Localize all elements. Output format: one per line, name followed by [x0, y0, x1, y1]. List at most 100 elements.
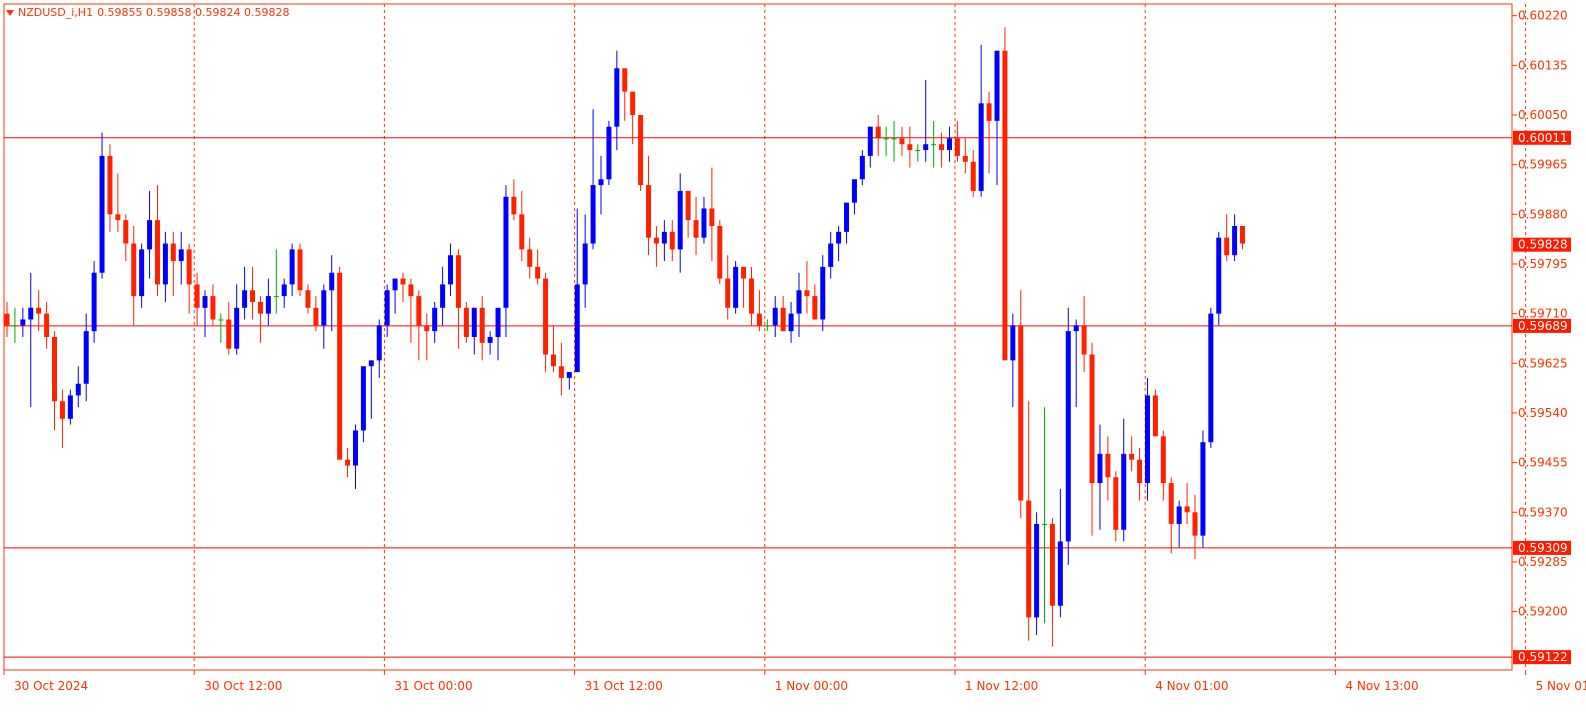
candle-body — [558, 366, 564, 378]
candle-body — [741, 266, 747, 279]
candle-body — [226, 319, 232, 349]
candle-body — [83, 331, 89, 384]
candle-body — [836, 231, 842, 244]
candle-body — [432, 307, 438, 332]
candle-body — [677, 190, 683, 250]
candle-body — [709, 208, 715, 226]
candle-body — [550, 354, 556, 367]
candle-body — [1073, 325, 1079, 332]
time-tick-label: 5 Nov 01:00 — [1536, 679, 1586, 693]
candle-body — [210, 296, 216, 320]
candle-body — [1057, 541, 1063, 606]
candle-body — [630, 91, 636, 115]
candle-body — [424, 325, 430, 332]
candle-body — [345, 459, 351, 466]
price-tick-label: 0.60135 — [1518, 58, 1568, 72]
candlestick-chart[interactable]: 30 Oct 2024 30 Oct 12:00 31 Oct 00:00 31 Oc… — [0, 0, 1586, 708]
candle-body — [527, 249, 533, 267]
candle-body — [638, 115, 644, 186]
candle-body — [107, 155, 113, 215]
candle-body — [408, 284, 414, 297]
price-tick-label: 0.59200 — [1518, 605, 1568, 619]
candle-body — [748, 278, 754, 314]
candle-body — [1176, 506, 1182, 524]
price-tick-label: 0.59795 — [1518, 257, 1568, 271]
price-tick-label: 0.59965 — [1518, 158, 1568, 172]
candle-body — [392, 278, 398, 291]
candle-body — [828, 243, 834, 267]
candle-body — [463, 307, 469, 337]
candle-body — [764, 325, 770, 327]
candle-body — [448, 255, 454, 285]
candle-body — [986, 103, 992, 121]
candle-body — [416, 296, 422, 326]
candle-body — [646, 185, 652, 238]
candle-body — [400, 278, 406, 285]
candle-body — [519, 214, 525, 250]
candle-body — [337, 272, 343, 460]
candle-body — [1200, 442, 1206, 536]
candle-body — [954, 138, 960, 156]
candle-body — [1010, 325, 1016, 361]
candle-body — [915, 150, 921, 152]
candle-body — [804, 290, 810, 297]
candle-body — [242, 290, 248, 308]
candle-body — [281, 284, 287, 297]
candle-body — [606, 126, 612, 180]
price-tick-label: 0.59625 — [1518, 356, 1568, 370]
price-tick-label: 0.59370 — [1518, 505, 1568, 519]
candle-body — [99, 155, 105, 273]
level-price-label: 0.59122 — [1518, 650, 1568, 664]
candle-body — [91, 272, 97, 332]
candle-body — [653, 237, 659, 244]
candle-body — [701, 208, 707, 238]
candle-body — [1097, 453, 1103, 484]
candle-body — [875, 126, 881, 139]
candle-body — [1018, 325, 1024, 501]
candle-body — [273, 296, 279, 298]
candle-body — [1152, 395, 1158, 437]
candle-body — [1089, 354, 1095, 484]
candle-body — [1113, 477, 1119, 530]
price-chart[interactable]: 30 Oct 2024 30 Oct 12:00 31 Oct 00:00 31 Oc… — [0, 0, 1586, 708]
candle-body — [685, 190, 691, 221]
candle-body — [582, 243, 588, 285]
candle-body — [1240, 226, 1246, 244]
candle-body — [1042, 523, 1048, 525]
candle-body — [859, 155, 865, 180]
candle-body — [234, 307, 240, 349]
candle-body — [139, 249, 145, 297]
candle-body — [535, 266, 541, 279]
candle-body — [1168, 483, 1174, 524]
level-price-label: 0.59689 — [1518, 319, 1568, 333]
collapse-triangle-icon[interactable] — [6, 9, 14, 16]
candle-body — [923, 144, 929, 151]
candle-body — [321, 290, 327, 326]
candle-body — [329, 272, 335, 291]
symbol-info-bar: NZDUSD_i,H1 0.59855 0.59858 0.59824 0.59… — [6, 6, 290, 19]
candle-body — [780, 307, 786, 332]
candle-body — [733, 266, 739, 308]
candle-body — [147, 220, 153, 250]
candle-body — [1049, 523, 1055, 606]
candle-body — [440, 284, 446, 308]
candle-body — [1121, 453, 1127, 530]
candle-body — [265, 296, 271, 314]
candle-body — [1160, 436, 1166, 484]
candle-body — [598, 179, 604, 186]
candle-body — [883, 138, 889, 140]
time-tick-label: 31 Oct 00:00 — [394, 679, 472, 693]
candle-body — [250, 290, 256, 302]
candle-body — [693, 220, 699, 238]
candle-body — [28, 307, 34, 320]
candle-body — [820, 266, 826, 320]
candle-body — [218, 319, 224, 321]
candle-body — [360, 366, 366, 431]
candle-body — [123, 220, 129, 244]
candle-body — [455, 255, 461, 308]
candle-body — [1137, 459, 1143, 484]
candle-body — [962, 155, 968, 162]
candle-body — [479, 307, 485, 343]
candle-body — [851, 179, 857, 203]
candle-body — [511, 196, 517, 215]
